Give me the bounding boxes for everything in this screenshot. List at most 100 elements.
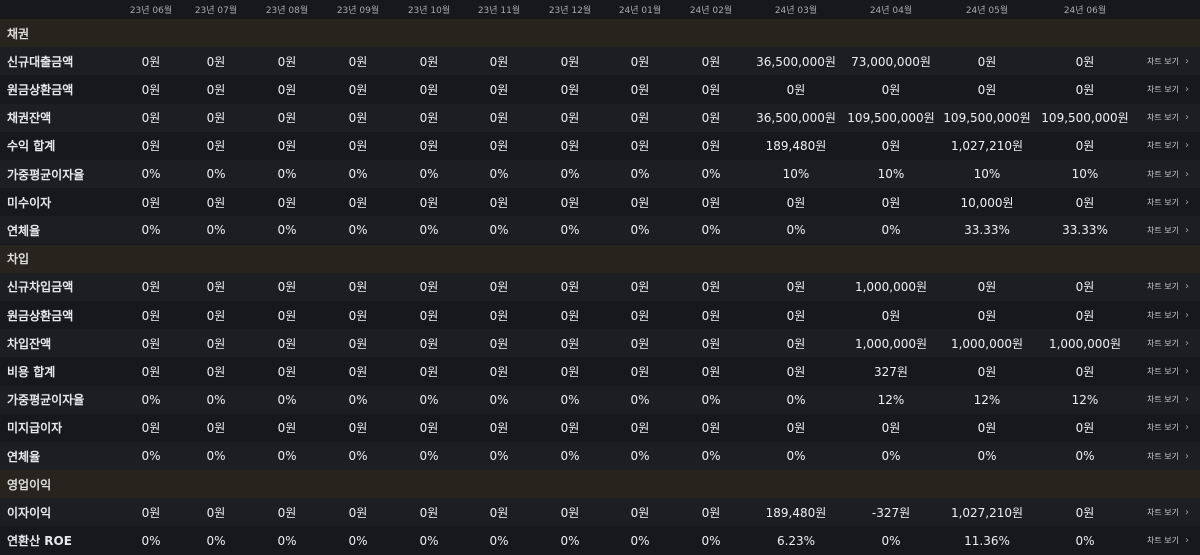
value-cell: 0원: [560, 336, 580, 351]
row-label: 이자이익: [7, 505, 52, 520]
value-cell: 0원: [1075, 308, 1095, 323]
chevron-right-icon: ›: [1184, 422, 1189, 434]
value-cell: 0원: [881, 421, 901, 436]
value-cell: 327원: [874, 364, 908, 379]
section-header-row: 채권: [0, 19, 1200, 47]
value-cell: 0원: [786, 336, 806, 351]
month-header: 24년 02월: [689, 5, 733, 16]
value-cell: 0원: [881, 139, 901, 154]
view-chart-link[interactable]: 차트 보기 ›: [1147, 75, 1200, 103]
row-label: 미지급이자: [7, 421, 63, 436]
value-cell: 0원: [419, 364, 439, 379]
value-cell: 0원: [881, 308, 901, 323]
row-label: 신규차입금액: [7, 280, 74, 295]
view-chart-link[interactable]: 차트 보기 ›: [1147, 527, 1200, 555]
value-cell: 0원: [206, 280, 226, 295]
value-cell: 1,000,000원: [854, 280, 928, 295]
month-header: 24년 06월: [1063, 5, 1107, 16]
value-cell: 0%: [141, 533, 161, 548]
value-cell: 0원: [489, 111, 509, 126]
value-cell: -327원: [871, 505, 911, 520]
view-chart-link[interactable]: 차트 보기 ›: [1147, 498, 1200, 526]
month-header: 24년 05월: [965, 5, 1009, 16]
value-cell: 0%: [141, 392, 161, 407]
value-cell: 0원: [348, 308, 368, 323]
view-chart-link[interactable]: 차트 보기 ›: [1147, 104, 1200, 132]
view-chart-link[interactable]: 차트 보기 ›: [1147, 273, 1200, 301]
value-cell: 0%: [560, 533, 580, 548]
view-chart-link[interactable]: 차트 보기 ›: [1147, 357, 1200, 385]
value-cell: 0원: [630, 505, 650, 520]
value-cell: 0원: [977, 54, 997, 69]
chevron-right-icon: ›: [1184, 365, 1189, 377]
value-cell: 0원: [630, 336, 650, 351]
value-cell: 0%: [141, 167, 161, 181]
value-cell: 109,500,000원: [1041, 111, 1129, 126]
row-label: 미수이자: [7, 195, 52, 210]
value-cell: 0원: [630, 139, 650, 154]
section-header-row: 차입: [0, 244, 1200, 273]
view-chart-link[interactable]: 차트 보기 ›: [1147, 47, 1200, 75]
value-cell: 0원: [630, 54, 650, 69]
value-cell: 0원: [489, 421, 509, 436]
value-cell: 0원: [701, 421, 721, 436]
value-cell: 0원: [786, 364, 806, 379]
view-chart-link[interactable]: 차트 보기 ›: [1147, 414, 1200, 442]
value-cell: 6.23%: [776, 533, 816, 548]
view-chart-link[interactable]: 차트 보기 ›: [1147, 188, 1200, 216]
view-chart-label: 차트 보기: [1147, 395, 1179, 405]
value-cell: 10%: [877, 167, 905, 181]
view-chart-link[interactable]: 차트 보기 ›: [1147, 442, 1200, 470]
month-header: 23년 06월: [129, 5, 173, 16]
chevron-right-icon: ›: [1184, 83, 1189, 95]
view-chart-label: 차트 보기: [1147, 423, 1179, 433]
view-chart-link[interactable]: 차트 보기 ›: [1147, 160, 1200, 188]
value-cell: 0원: [489, 505, 509, 520]
value-cell: 0%: [630, 223, 650, 238]
value-cell: 0원: [701, 111, 721, 126]
view-chart-link[interactable]: 차트 보기 ›: [1147, 301, 1200, 329]
value-cell: 0원: [1075, 364, 1095, 379]
view-chart-link[interactable]: 차트 보기 ›: [1147, 132, 1200, 160]
value-cell: 0원: [701, 308, 721, 323]
view-chart-link[interactable]: 차트 보기 ›: [1147, 216, 1200, 244]
chevron-right-icon: ›: [1184, 394, 1189, 406]
view-chart-label: 차트 보기: [1147, 197, 1179, 207]
chevron-right-icon: ›: [1184, 168, 1189, 180]
month-header: 23년 07월: [194, 5, 238, 16]
value-cell: 0%: [560, 392, 580, 407]
value-cell: 0원: [141, 195, 161, 210]
value-cell: 0원: [348, 280, 368, 295]
value-cell: 0원: [141, 336, 161, 351]
value-cell: 0%: [206, 392, 226, 407]
chevron-right-icon: ›: [1184, 281, 1189, 293]
chevron-right-icon: ›: [1184, 309, 1189, 321]
view-chart-link[interactable]: 차트 보기 ›: [1147, 329, 1200, 357]
value-cell: 0원: [141, 421, 161, 436]
value-cell: 0원: [489, 280, 509, 295]
value-cell: 0원: [560, 421, 580, 436]
value-cell: 0원: [977, 82, 997, 97]
value-cell: 0%: [277, 449, 297, 463]
value-cell: 0원: [141, 505, 161, 520]
value-cell: 0%: [560, 449, 580, 463]
value-cell: 0원: [348, 82, 368, 97]
value-cell: 0%: [701, 449, 721, 463]
value-cell: 0원: [277, 336, 297, 351]
value-cell: 0원: [1075, 421, 1095, 436]
value-cell: 0원: [560, 280, 580, 295]
value-cell: 0%: [419, 167, 439, 181]
table-row: 차입잔액 0원 0원 0원 0원 0원 0원 0원 0원 0원 0원 1,000,000원 1,000,…: [0, 329, 1200, 358]
view-chart-link[interactable]: 차트 보기 ›: [1147, 386, 1200, 414]
value-cell: 0원: [141, 280, 161, 295]
value-cell: 33.33%: [964, 223, 1010, 238]
value-cell: 0원: [348, 54, 368, 69]
value-cell: 0%: [206, 533, 226, 548]
value-cell: 0%: [489, 167, 509, 181]
value-cell: 0원: [977, 308, 997, 323]
table-row: 원금상환금액 0원 0원 0원 0원 0원 0원 0원 0원 0원 0원 0원 0원 0원 차트 보기 ›: [0, 301, 1200, 329]
value-cell: 0원: [786, 82, 806, 97]
value-cell: 0%: [141, 449, 161, 463]
value-cell: 0원: [277, 82, 297, 97]
chevron-right-icon: ›: [1184, 112, 1189, 124]
